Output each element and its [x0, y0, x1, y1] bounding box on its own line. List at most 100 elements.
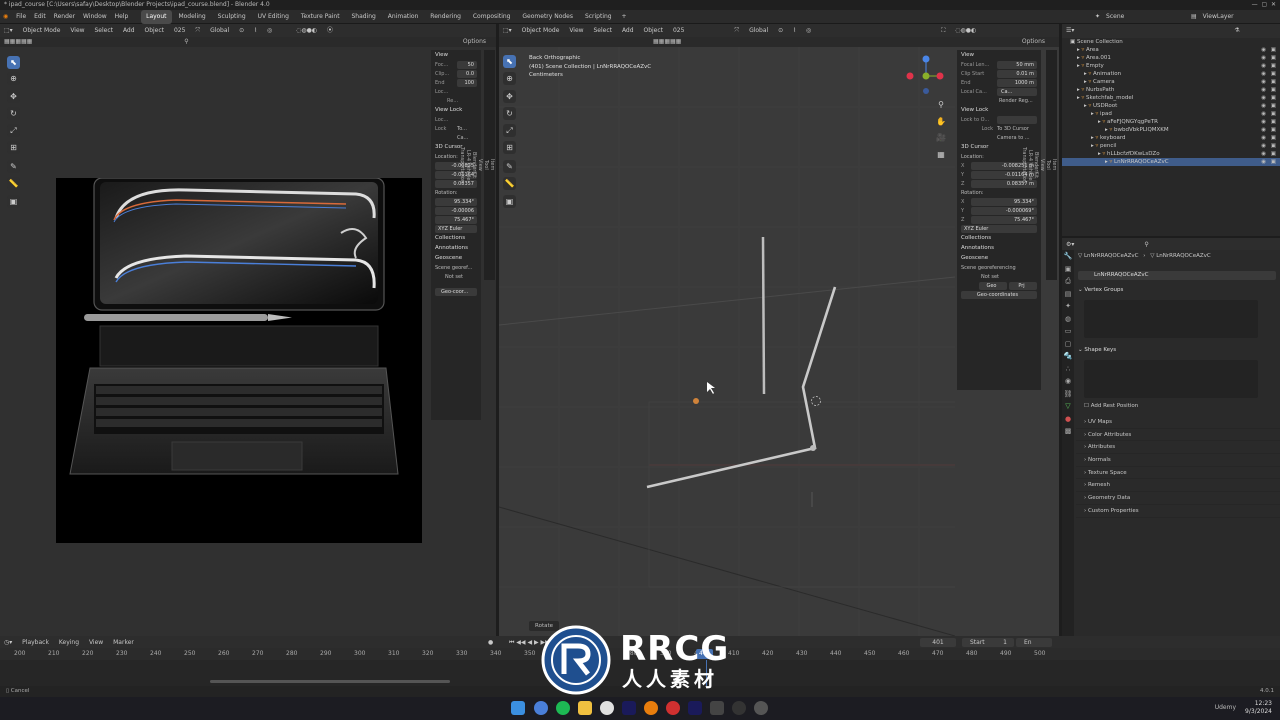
start-menu-icon[interactable]	[511, 701, 525, 715]
spotify-icon[interactable]	[556, 701, 570, 715]
viewport-shading-icons[interactable]: ◌◍●◐	[951, 24, 980, 37]
visibility-eye-icon[interactable]: ◉	[1261, 134, 1266, 142]
outliner-row[interactable]: ▸ ▿ bwbdVbkPLIQMXKM ◉ ▣	[1062, 126, 1280, 134]
ortho-grid-icon[interactable]: ▦	[935, 147, 947, 164]
properties-panel-header[interactable]: › Custom Properties	[1076, 505, 1280, 518]
tab-tool[interactable]: Tool	[483, 50, 489, 280]
cursor-tool-icon[interactable]: ⊕	[7, 72, 20, 85]
menu-render[interactable]: Render	[51, 10, 78, 24]
properties-panel-header[interactable]: › UV Maps	[1076, 416, 1280, 429]
scene-selector[interactable]: ✦ Scene	[1092, 10, 1127, 24]
properties-panel-header[interactable]: › Attributes	[1076, 441, 1280, 455]
left-viewport[interactable]: ⬚▾ Object Mode View Select Add Object 02…	[0, 24, 496, 636]
premiere-icon[interactable]	[622, 701, 636, 715]
end-frame-field[interactable]: En1000	[1016, 638, 1052, 647]
window-controls[interactable]: — ▢ ✕	[1252, 0, 1276, 10]
outliner-row[interactable]: ▸ ▿ aFeFJQNGYqgPeTR ◉ ▣	[1062, 118, 1280, 126]
render-tab-icon[interactable]: ▣	[1062, 263, 1074, 276]
blender-logo-icon[interactable]: ◉	[0, 10, 11, 24]
visibility-eye-icon[interactable]: ◉	[1261, 102, 1266, 110]
menu-object[interactable]: Object	[140, 24, 168, 37]
workspace-tab-layout[interactable]: Layout	[141, 10, 172, 24]
properties-panel-header[interactable]: › Texture Space	[1076, 467, 1280, 480]
tool-tab-icon[interactable]: 🔧	[1062, 250, 1074, 263]
shape-keys-list[interactable]	[1084, 360, 1258, 398]
geo-button[interactable]: Geo	[979, 281, 1007, 290]
tab-item[interactable]: Item	[1051, 50, 1057, 280]
vertex-groups-list[interactable]	[1084, 300, 1258, 338]
scale-tool-icon[interactable]: ⤢	[503, 124, 516, 137]
overlay-toggle-icon[interactable]: ⦿	[323, 24, 337, 37]
navigation-gizmo[interactable]	[904, 54, 948, 98]
menu-select[interactable]: Select	[590, 24, 617, 37]
proportional-icon[interactable]: ◎	[263, 24, 276, 37]
render-camera-icon[interactable]: ▣	[1271, 150, 1276, 158]
view-layer-tab-icon[interactable]: ▤	[1062, 288, 1074, 301]
render-camera-icon[interactable]: ▣	[1271, 86, 1276, 94]
menu-select[interactable]: Select	[91, 24, 118, 37]
viewport-shading-icons[interactable]: ◌◍●◐	[292, 24, 321, 37]
visibility-eye-icon[interactable]: ◉	[1261, 94, 1266, 102]
rotate-tool-icon[interactable]: ↻	[7, 107, 20, 120]
editor-type-icon[interactable]: ⬚▾	[0, 24, 17, 37]
record-icon[interactable]: ●	[484, 636, 497, 648]
move-tool-icon[interactable]: ✥	[7, 90, 20, 103]
geo-coords-button[interactable]: Geo-coor...	[435, 287, 477, 296]
mode-selector[interactable]: Object Mode	[19, 24, 65, 37]
properties-panel-header[interactable]: › Remesh	[1076, 479, 1280, 493]
file-explorer-icon[interactable]	[578, 701, 592, 715]
view-layer-selector[interactable]: ▤ ViewLayer	[1188, 10, 1237, 24]
visibility-eye-icon[interactable]: ◉	[1261, 54, 1266, 62]
visibility-eye-icon[interactable]: ◉	[1261, 110, 1266, 118]
orientation-selector[interactable]: Global	[745, 24, 772, 37]
annotate-tool-icon[interactable]: ✎	[7, 160, 20, 173]
material-tab-icon[interactable]: ●	[1062, 413, 1074, 426]
menu-add[interactable]: Add	[618, 24, 638, 37]
add-workspace-button[interactable]: +	[619, 10, 630, 24]
visibility-eye-icon[interactable]: ◉	[1261, 78, 1266, 86]
orientation-selector[interactable]: Global	[206, 24, 233, 37]
world-tab-icon[interactable]: ◍	[1062, 313, 1074, 326]
pivot-icon[interactable]: ⊙	[774, 24, 787, 37]
outliner-row[interactable]: ▸ ▿ ipad ◉ ▣	[1062, 110, 1280, 118]
visibility-eye-icon[interactable]: ◉	[1261, 86, 1266, 94]
tab-tool[interactable]: Tool	[1045, 50, 1051, 280]
outliner-filter-icon[interactable]: ⚗	[1230, 24, 1243, 37]
taskbar-clock[interactable]: 12:23 9/3/2024	[1245, 700, 1272, 716]
outliner-row[interactable]: ▸ ▿ LnNrRRAQOCeAZvC ◉ ▣	[1062, 158, 1280, 166]
workspace-tab-scripting[interactable]: Scripting	[580, 10, 617, 24]
render-camera-icon[interactable]: ▣	[1271, 94, 1276, 102]
tab-view[interactable]: View	[477, 50, 483, 280]
extra-menu[interactable]: 025	[669, 24, 688, 37]
transform-tool-icon[interactable]: ⊞	[503, 141, 516, 154]
photoshop-icon[interactable]	[688, 701, 702, 715]
visibility-eye-icon[interactable]: ◉	[1261, 150, 1266, 158]
render-camera-icon[interactable]: ▣	[1271, 54, 1276, 62]
editor-type-icon[interactable]: ⬚▾	[499, 24, 516, 37]
workspace-tab-modeling[interactable]: Modeling	[173, 10, 210, 24]
menu-playback[interactable]: Playback	[18, 636, 53, 648]
outliner-row[interactable]: ▸ ▿ USDRoot ◉ ▣	[1062, 102, 1280, 110]
visibility-eye-icon[interactable]: ◉	[1261, 158, 1266, 166]
data-tab-icon[interactable]: ▽	[1062, 400, 1074, 413]
visibility-eye-icon[interactable]: ◉	[1261, 142, 1266, 150]
tab-transportation[interactable]: Transportation	[1021, 50, 1027, 280]
options-button[interactable]: Options	[463, 37, 486, 47]
properties-editor-icon[interactable]: ⚙▾	[1062, 238, 1078, 250]
properties-panel-header[interactable]: › Color Attributes	[1076, 429, 1280, 442]
geo-coords-button[interactable]: Geo-coordinates	[961, 290, 1037, 299]
select-tool-icon[interactable]: ⬉	[503, 55, 516, 68]
options-button[interactable]: Options	[1022, 37, 1045, 47]
menu-window[interactable]: Window	[80, 10, 110, 24]
tab-blenderkit[interactable]: BlenderKit	[1033, 50, 1039, 280]
scene-tab-icon[interactable]: ✦	[1062, 300, 1074, 313]
menu-edit[interactable]: Edit	[31, 10, 49, 24]
gizmo-toggle-icon[interactable]: ⛶	[937, 24, 949, 37]
shape-keys-header[interactable]: ⌄ Shape Keys	[1078, 347, 1116, 353]
annotate-tool-icon[interactable]: ✎	[503, 160, 516, 173]
render-camera-icon[interactable]: ▣	[1271, 110, 1276, 118]
properties-search-icon[interactable]: ⚲	[1140, 238, 1152, 250]
check-app-icon[interactable]	[710, 701, 724, 715]
add-cube-tool-icon[interactable]: ▣	[503, 195, 516, 208]
pivot-icon[interactable]: ⊙	[235, 24, 248, 37]
